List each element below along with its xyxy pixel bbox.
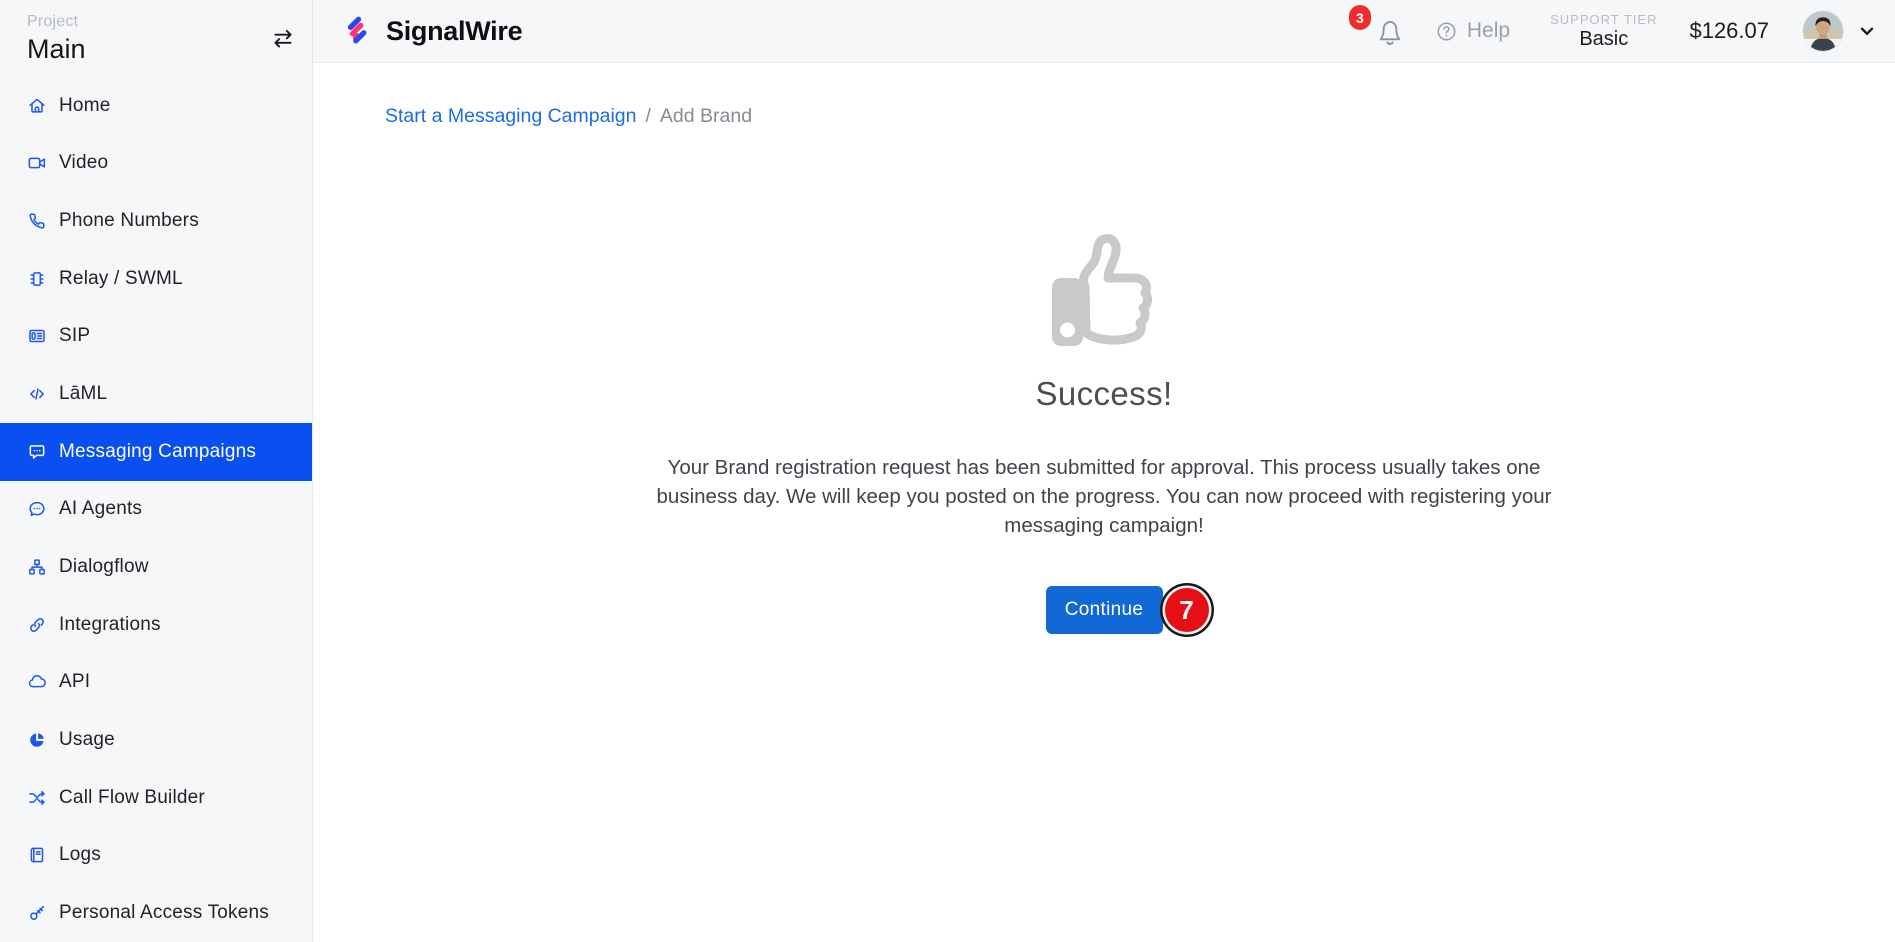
sidebar-item-messaging-campaigns[interactable]: Messaging Campaigns (0, 423, 312, 481)
sidebar-item-dialogflow[interactable]: Dialogflow (0, 538, 312, 596)
sidebar-item-relay-swml[interactable]: Relay / SWML (0, 250, 312, 308)
help-button[interactable]: Help (1435, 19, 1510, 43)
sidebar-item-home[interactable]: Home (0, 77, 312, 135)
sidebar-item-label: Personal Access Tokens (59, 902, 269, 924)
success-message: Your Brand registration request has been… (629, 453, 1579, 540)
key-icon (27, 903, 47, 923)
notifications-button[interactable]: 3 (1375, 14, 1405, 48)
account-menu-chevron-down-icon[interactable] (1856, 20, 1878, 42)
help-label: Help (1467, 19, 1510, 43)
sidebar-item-label: Dialogflow (59, 556, 149, 578)
sidebar-item-label: Relay / SWML (59, 268, 183, 290)
help-icon (1435, 20, 1458, 43)
sidebar-item-label: Call Flow Builder (59, 787, 205, 809)
sidebar-item-label: Integrations (59, 614, 161, 636)
breadcrumb-separator: / (645, 105, 650, 128)
journal-icon (27, 845, 47, 865)
sidebar-item-sip[interactable]: SIP (0, 307, 312, 365)
breadcrumb-link-start-messaging-campaign[interactable]: Start a Messaging Campaign (385, 105, 636, 128)
project-switcher: Project Main (0, 0, 312, 77)
sidebar-item-ai-agents[interactable]: AI Agents (0, 481, 312, 539)
shuffle-icon (27, 788, 47, 808)
continue-button-row: Continue 7 (1046, 586, 1163, 634)
sidebar-item-label: Logs (59, 844, 101, 866)
support-tier-value: Basic (1550, 28, 1657, 51)
sidebar: Project Main Home Video Phone Numbers Re… (0, 0, 313, 942)
sidebar-item-label: Phone Numbers (59, 210, 199, 232)
sidebar-item-api[interactable]: API (0, 654, 312, 712)
sitemap-icon (27, 557, 47, 577)
sidebar-item-label: SIP (59, 325, 90, 347)
signalwire-logo[interactable]: SignalWire (342, 13, 522, 49)
top-bar: SignalWire 3 Help (313, 0, 1895, 63)
code-icon (27, 384, 47, 404)
sidebar-item-label: Messaging Campaigns (59, 441, 256, 463)
sidebar-item-video[interactable]: Video (0, 134, 312, 192)
sidebar-item-label: Usage (59, 729, 115, 751)
brand-name: SignalWire (386, 16, 522, 47)
success-panel: Success! Your Brand registration request… (313, 128, 1895, 634)
sidebar-item-label: Video (59, 152, 108, 174)
success-title: Success! (1035, 375, 1172, 413)
cloud-icon (27, 672, 47, 692)
bell-icon (1375, 18, 1405, 48)
top-bar-actions: 3 Help SUPPORT TIER Bas (1375, 11, 1878, 51)
notification-count-badge: 3 (1349, 5, 1371, 30)
speech-bubble-icon (27, 499, 47, 519)
continue-button[interactable]: Continue (1046, 586, 1163, 634)
pie-chart-icon (27, 730, 47, 750)
sidebar-item-logs[interactable]: Logs (0, 827, 312, 885)
phone-icon (27, 211, 47, 231)
link-icon (27, 615, 47, 635)
sidebar-item-label: Home (59, 95, 110, 117)
sidebar-item-label: LāML (59, 383, 107, 405)
support-tier-label: SUPPORT TIER (1550, 12, 1657, 27)
main-column: SignalWire 3 Help (313, 0, 1895, 942)
swap-horizontal-icon[interactable] (270, 26, 296, 52)
breadcrumb-current-add-brand: Add Brand (660, 105, 752, 128)
sidebar-item-usage[interactable]: Usage (0, 711, 312, 769)
signalwire-logo-icon (342, 13, 372, 49)
app-root: Project Main Home Video Phone Numbers Re… (0, 0, 1895, 942)
sidebar-nav: Home Video Phone Numbers Relay / SWML SI… (0, 77, 312, 942)
annotation-marker-7: 7 (1165, 588, 1209, 632)
sidebar-item-phone-numbers[interactable]: Phone Numbers (0, 192, 312, 250)
account-balance[interactable]: $126.07 (1689, 18, 1769, 44)
sidebar-item-label: AI Agents (59, 498, 142, 520)
thumbs-up-icon (1049, 229, 1159, 353)
video-camera-icon (27, 153, 47, 173)
desk-phone-icon (27, 326, 47, 346)
home-icon (27, 96, 47, 116)
chip-icon (27, 269, 47, 289)
sidebar-item-laml[interactable]: LāML (0, 365, 312, 423)
breadcrumb: Start a Messaging Campaign / Add Brand (385, 105, 1895, 128)
sidebar-item-call-flow-builder[interactable]: Call Flow Builder (0, 769, 312, 827)
chat-bubble-icon (27, 442, 47, 462)
support-tier: SUPPORT TIER Basic (1550, 12, 1657, 51)
sidebar-item-label: API (59, 671, 90, 693)
sidebar-item-integrations[interactable]: Integrations (0, 596, 312, 654)
sidebar-item-personal-access-tokens[interactable]: Personal Access Tokens (0, 884, 312, 942)
content-area: Start a Messaging Campaign / Add Brand S… (313, 63, 1895, 942)
user-avatar[interactable] (1803, 11, 1843, 51)
